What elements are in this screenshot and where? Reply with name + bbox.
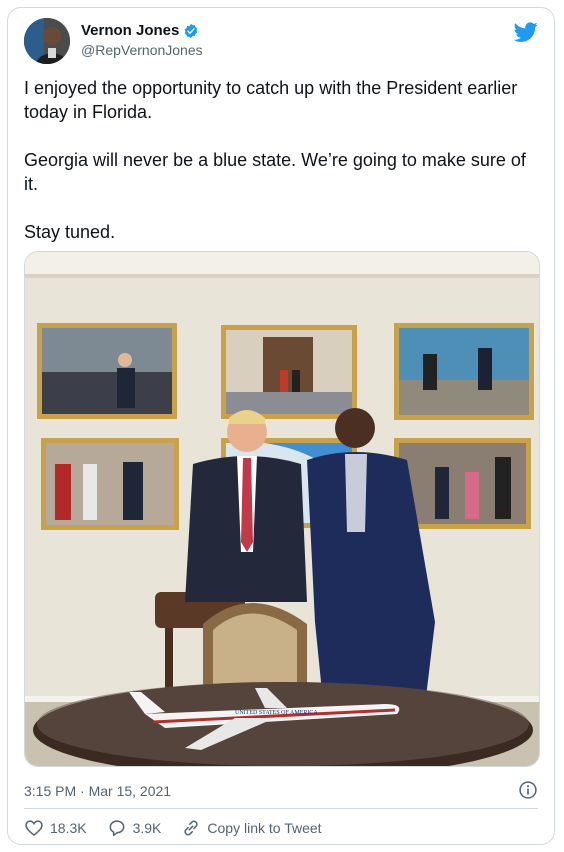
author-name-row[interactable]: Vernon Jones bbox=[81, 22, 199, 39]
tweet-paragraph: Georgia will never be a blue state. We’r… bbox=[24, 150, 531, 194]
heart-icon bbox=[25, 820, 43, 837]
tweet-paragraph: I enjoyed the opportunity to catch up wi… bbox=[24, 78, 523, 122]
twitter-bird-icon[interactable] bbox=[514, 20, 538, 44]
verified-badge-icon bbox=[185, 23, 198, 38]
tweet-text: I enjoyed the opportunity to catch up wi… bbox=[24, 76, 539, 268]
framed-photo bbox=[394, 323, 534, 420]
like-button[interactable]: 18.3K bbox=[24, 818, 87, 838]
link-icon bbox=[184, 820, 199, 836]
author-display-name[interactable]: Vernon Jones bbox=[81, 22, 179, 39]
copy-link-label: Copy link to Tweet bbox=[207, 820, 322, 836]
tweet-photo[interactable]: UNITED STATES OF AMERICA bbox=[24, 251, 540, 767]
tweet-timestamp[interactable]: 3:15 PM · Mar 15, 2021 bbox=[24, 783, 171, 799]
info-icon[interactable] bbox=[518, 780, 538, 800]
divider bbox=[24, 808, 538, 809]
reply-button[interactable]: 3.9K bbox=[107, 818, 162, 838]
like-count: 18.3K bbox=[50, 820, 87, 836]
avatar-image bbox=[24, 18, 70, 64]
framed-photo bbox=[221, 325, 357, 419]
tweet-paragraph: Stay tuned. bbox=[24, 222, 116, 242]
tweet-actions: 18.3K 3.9K Copy link to Tweet bbox=[24, 816, 342, 840]
tweet-card[interactable]: Vernon Jones @RepVernonJones I enjoyed t… bbox=[7, 7, 555, 845]
author-handle[interactable]: @RepVernonJones bbox=[81, 42, 203, 58]
framed-photo bbox=[37, 323, 177, 419]
copy-link-button[interactable]: Copy link to Tweet bbox=[181, 818, 322, 838]
reply-count: 3.9K bbox=[132, 820, 162, 836]
framed-photo bbox=[41, 438, 179, 530]
reply-icon bbox=[109, 820, 125, 837]
photo-illustration: UNITED STATES OF AMERICA bbox=[25, 252, 539, 766]
avatar[interactable] bbox=[24, 18, 70, 64]
plane-livery-text: UNITED STATES OF AMERICA bbox=[235, 710, 318, 716]
